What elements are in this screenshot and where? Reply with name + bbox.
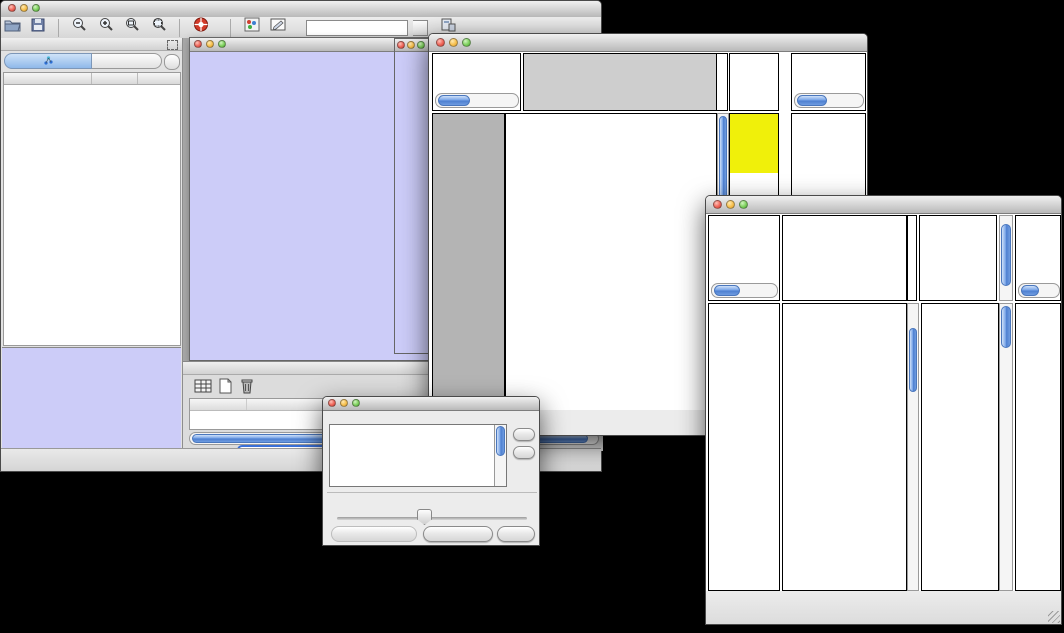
view-status-panel: [708, 215, 780, 301]
treeview-combined-window: [705, 195, 1062, 625]
global-vscrollbar[interactable]: [907, 303, 919, 591]
close-button[interactable]: [436, 38, 445, 47]
minimize-button[interactable]: [449, 38, 458, 47]
speed-slider-track[interactable]: [337, 517, 527, 520]
map-colors-titlebar[interactable]: [323, 397, 539, 411]
global-heatmap-panel[interactable]: [782, 303, 907, 591]
column-tree-panel[interactable]: [782, 215, 907, 301]
speed-slider-thumb[interactable]: [417, 509, 432, 525]
create-vizmap-button[interactable]: [423, 526, 493, 542]
usage-hints-panel: [1015, 215, 1061, 301]
attr-col-id[interactable]: [190, 399, 247, 410]
zoom-button[interactable]: [218, 40, 226, 48]
main-titlebar[interactable]: [1, 1, 601, 18]
tab-network[interactable]: [4, 53, 92, 69]
zoom-vscrollbar[interactable]: [999, 303, 1013, 591]
row-id: [190, 411, 250, 421]
close-button[interactable]: [713, 200, 722, 209]
tab-overflow-button[interactable]: [164, 54, 180, 70]
zoom-heatmap-panel[interactable]: [921, 303, 999, 591]
network-table: [3, 72, 181, 346]
annotation-icon[interactable]: [270, 17, 287, 38]
open-file-icon[interactable]: [4, 17, 21, 38]
network-table-rows: [4, 84, 180, 345]
save-icon[interactable]: [31, 17, 45, 38]
usage-hints-panel: [791, 53, 866, 111]
row-id: [190, 421, 250, 431]
desktop: [0, 0, 1064, 633]
done-button[interactable]: [497, 526, 535, 542]
view-status-hscrollbar[interactable]: [711, 283, 778, 298]
column-scroll-strip[interactable]: [907, 215, 917, 301]
close-button[interactable]: [194, 40, 202, 48]
control-panel: [1, 38, 183, 451]
close-button[interactable]: [328, 399, 336, 407]
zoom-button[interactable]: [739, 200, 748, 209]
resize-grip[interactable]: [1048, 611, 1060, 623]
treeview-dna-titlebar[interactable]: [429, 34, 867, 52]
minimize-button[interactable]: [340, 399, 348, 407]
zoom-button[interactable]: [462, 38, 471, 47]
zoom-gene-list-panel: [1015, 303, 1061, 591]
new-attribute-icon[interactable]: [218, 378, 233, 399]
row-dendrogram-panel[interactable]: [708, 303, 780, 591]
usage-hints-hscrollbar[interactable]: [1018, 283, 1060, 298]
float-panel-icon[interactable]: [167, 40, 178, 50]
labels-vscrollbar[interactable]: [999, 215, 1013, 301]
attribute-list-vscrollbar[interactable]: [494, 425, 506, 486]
row-dendrogram-panel[interactable]: [432, 113, 505, 412]
view-status-hscrollbar[interactable]: [435, 93, 519, 108]
view-status-panel: [432, 53, 521, 111]
col-edges[interactable]: [138, 73, 180, 84]
animate-vizmap-button[interactable]: [331, 526, 417, 542]
move-up-button[interactable]: [513, 428, 535, 441]
minimize-button[interactable]: [20, 4, 28, 12]
zoom-out-icon[interactable]: [71, 17, 87, 38]
minimize-button[interactable]: [407, 41, 415, 49]
zoom-button[interactable]: [352, 399, 360, 407]
column-scroll-strip[interactable]: [717, 53, 728, 111]
search-dropdown-icon[interactable]: [413, 20, 428, 36]
dense-network-canvas[interactable]: [395, 51, 430, 354]
tab-vizmapper[interactable]: [92, 53, 162, 69]
zoom-column-labels-panel: [729, 53, 779, 111]
divider: [327, 492, 537, 493]
minimize-button[interactable]: [726, 200, 735, 209]
treeview-combined-buttonbar: [706, 591, 1061, 624]
zoom-button[interactable]: [32, 4, 40, 12]
network-view-window-2: [394, 38, 431, 354]
close-button[interactable]: [8, 4, 16, 12]
treeview-combined-titlebar[interactable]: [706, 196, 1061, 214]
zoom-in-icon[interactable]: [98, 17, 114, 38]
column-dendrogram-panel[interactable]: [523, 53, 717, 111]
network-overview-thumbnail[interactable]: [2, 348, 181, 452]
attribute-list[interactable]: [329, 424, 507, 487]
map-colors-dialog: [322, 396, 540, 546]
close-button[interactable]: [397, 41, 405, 49]
global-heatmap-panel[interactable]: [505, 113, 717, 412]
delete-attribute-icon[interactable]: [240, 378, 254, 399]
minimize-button[interactable]: [206, 40, 214, 48]
move-down-button[interactable]: [513, 446, 535, 459]
search-input[interactable]: [306, 20, 408, 36]
vizmapper-icon[interactable]: [244, 17, 260, 38]
help-lifering-icon[interactable]: [193, 17, 209, 38]
usage-hints-hscrollbar[interactable]: [794, 93, 864, 108]
zoom-selected-icon[interactable]: [124, 17, 140, 38]
col-nodes[interactable]: [92, 73, 138, 84]
zoom-column-labels-panel: [919, 215, 997, 301]
zoom-fit-icon[interactable]: [151, 17, 167, 38]
attribute-table-icon[interactable]: [194, 378, 212, 399]
network-overview-panel[interactable]: [2, 347, 181, 452]
zoom-matrix-panel[interactable]: [729, 113, 779, 174]
control-panel-header: [1, 38, 182, 51]
zoom-button[interactable]: [417, 41, 425, 49]
col-network[interactable]: [4, 73, 92, 84]
control-panel-tabs: [4, 53, 180, 69]
